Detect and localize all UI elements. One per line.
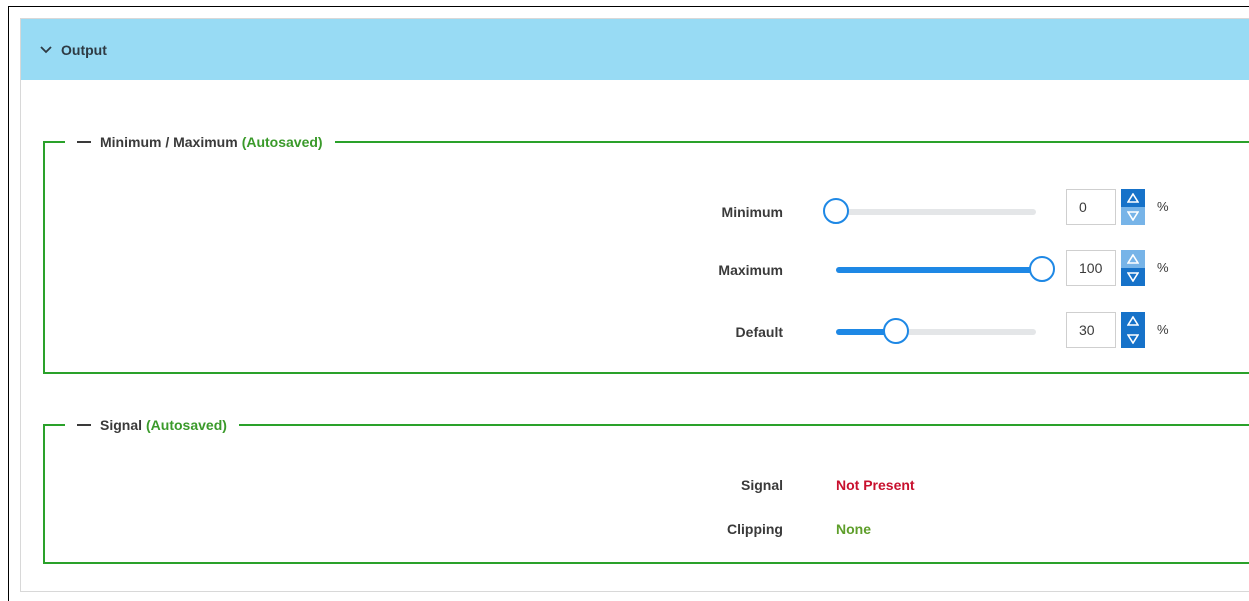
- minimum-stepper[interactable]: [1121, 189, 1145, 225]
- default-label: Default: [735, 324, 783, 340]
- minimum-slider[interactable]: [823, 194, 1036, 230]
- slider-thumb[interactable]: [1029, 256, 1055, 282]
- collapse-dash-icon[interactable]: [77, 424, 91, 426]
- signal-legend-title: Signal: [100, 417, 143, 433]
- triangle-up-icon: [1127, 193, 1139, 203]
- triangle-down-icon: [1127, 272, 1139, 282]
- increment-button[interactable]: [1121, 250, 1145, 268]
- signal-legend[interactable]: Signal (Autosaved): [65, 415, 239, 435]
- maximum-unit: %: [1157, 260, 1169, 275]
- min-max-legend-title: Minimum / Maximum: [100, 134, 238, 150]
- minimum-row: Minimum: [583, 194, 783, 230]
- minimum-input[interactable]: 0: [1066, 189, 1116, 225]
- min-max-autosaved-label: (Autosaved): [241, 134, 323, 150]
- output-panel-header[interactable]: Output: [21, 19, 1249, 80]
- minimum-label: Minimum: [721, 204, 783, 220]
- increment-button[interactable]: [1121, 312, 1145, 330]
- default-input[interactable]: 30: [1066, 312, 1116, 348]
- decrement-button[interactable]: [1121, 207, 1145, 225]
- clipping-value: None: [836, 521, 871, 537]
- triangle-up-icon: [1127, 254, 1139, 264]
- collapse-dash-icon[interactable]: [77, 141, 91, 143]
- signal-autosaved-label: (Autosaved): [146, 417, 227, 433]
- default-stepper[interactable]: [1121, 312, 1145, 348]
- minimum-unit: %: [1157, 199, 1169, 214]
- output-panel-title: Output: [61, 41, 107, 58]
- decrement-button[interactable]: [1121, 268, 1145, 286]
- clipping-label: Clipping: [727, 521, 783, 537]
- decrement-button[interactable]: [1121, 330, 1145, 348]
- slider-thumb[interactable]: [883, 318, 909, 344]
- min-max-legend[interactable]: Minimum / Maximum (Autosaved): [65, 132, 335, 152]
- triangle-down-icon: [1127, 334, 1139, 344]
- maximum-stepper[interactable]: [1121, 250, 1145, 286]
- slider-fill: [836, 267, 1042, 273]
- slider-thumb[interactable]: [823, 198, 849, 224]
- default-row: Default: [583, 314, 783, 350]
- default-slider[interactable]: [836, 314, 1036, 350]
- default-unit: %: [1157, 322, 1169, 337]
- slider-track: [836, 209, 1036, 215]
- maximum-input[interactable]: 100: [1066, 250, 1116, 286]
- maximum-label: Maximum: [718, 262, 783, 278]
- maximum-slider[interactable]: [836, 252, 1055, 288]
- maximum-row: Maximum: [583, 252, 783, 288]
- signal-label: Signal: [740, 477, 783, 493]
- triangle-up-icon: [1127, 316, 1139, 326]
- chevron-down-icon[interactable]: [38, 42, 54, 58]
- signal-value: Not Present: [836, 477, 915, 493]
- triangle-down-icon: [1127, 211, 1139, 221]
- increment-button[interactable]: [1121, 189, 1145, 207]
